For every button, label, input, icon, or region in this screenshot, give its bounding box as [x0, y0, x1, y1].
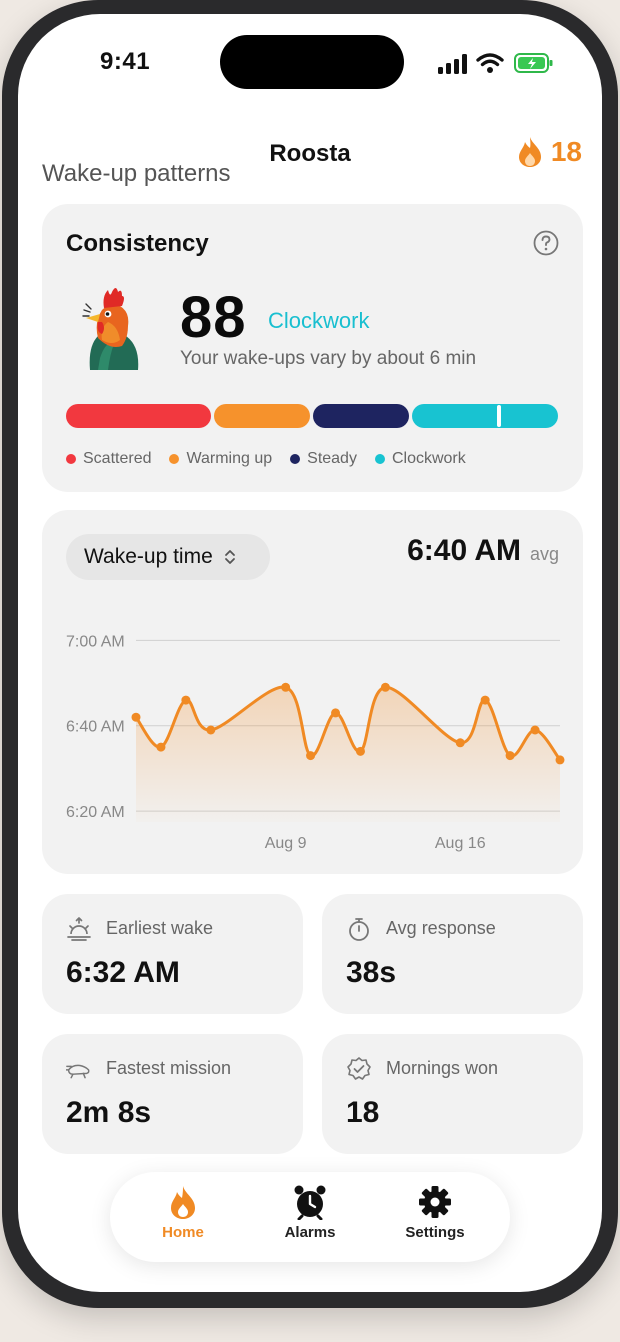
stopwatch-icon	[349, 918, 369, 941]
stat-value: 6:32 AM	[66, 956, 180, 989]
consistency-scale	[66, 404, 558, 428]
badge-check-icon	[347, 1057, 371, 1080]
running-icon	[66, 1064, 90, 1079]
consistency-description: Your wake-ups vary by about 6 min	[180, 348, 477, 369]
consistency-title: Consistency	[66, 230, 209, 257]
chart-area-fill	[136, 687, 560, 822]
chart-point	[355, 746, 365, 756]
chart-point	[156, 742, 166, 752]
dynamic-island	[220, 35, 404, 89]
wake-time-chart-card: 7:00 AM 6:40 AM 6:20 AM Aug 9 Aug 16 Wake-up…	[42, 510, 583, 874]
wifi-icon	[476, 53, 504, 73]
rooster-mascot-icon	[82, 288, 139, 370]
streak-count: 18	[550, 136, 582, 167]
tab-home[interactable]: Home	[128, 1184, 238, 1254]
tab-label: Home	[162, 1224, 204, 1241]
stat-label: Earliest wake	[106, 918, 214, 938]
chart-point	[480, 695, 490, 705]
tab-bar: Home Alarms Settings	[110, 1172, 510, 1262]
legend-item: Steady	[290, 450, 357, 468]
chevron-up-down-icon	[224, 550, 235, 564]
legend-label: Scattered	[83, 450, 152, 467]
battery-icon	[514, 53, 553, 73]
legend-item: Scattered	[66, 450, 151, 468]
consistency-score: 88	[180, 285, 247, 350]
stat-value: 38s	[346, 956, 397, 989]
help-icon[interactable]	[533, 230, 559, 256]
alarm-clock-icon	[294, 1185, 326, 1220]
legend-dot	[374, 454, 385, 464]
consistency-label: Clockwork	[268, 308, 370, 333]
status-time: 9:41	[100, 48, 151, 75]
legend-item: Warming up	[169, 450, 272, 468]
legend-label: Clockwork	[391, 450, 466, 467]
stat-card-earliest-wake: Earliest wake 6:32 AM	[42, 894, 303, 1014]
flame-icon	[518, 137, 541, 167]
chart-point	[131, 712, 141, 722]
section-title: Wake-up patterns	[42, 160, 231, 187]
metric-dropdown-label: Wake-up time	[84, 545, 213, 568]
average-wake-time: 6:40 AM	[407, 534, 521, 567]
legend-label: Steady	[307, 450, 357, 467]
average-unit: avg	[529, 544, 559, 564]
tab-alarms[interactable]: Alarms	[255, 1184, 365, 1254]
chart-point	[181, 695, 191, 705]
x-tick-label: Aug 16	[435, 835, 486, 852]
stat-card-fastest-mission: Fastest mission 2m 8s	[42, 1034, 303, 1154]
legend-dot	[290, 454, 301, 464]
chart-point	[530, 725, 540, 735]
flame-icon	[171, 1186, 195, 1219]
phone-frame: 9:41 Roosta 18 Wake-up patterns Consiste…	[2, 0, 618, 1308]
chart-point	[505, 751, 515, 761]
stat-label: Avg response	[386, 918, 496, 938]
chart-point	[455, 738, 465, 748]
scale-segment-warming-up	[214, 404, 310, 428]
stat-card-mornings-won: Mornings won 18	[322, 1034, 583, 1154]
scale-segment-clockwork	[412, 404, 558, 428]
status-bar: 9:41	[18, 14, 602, 114]
chart-point	[555, 755, 565, 765]
scale-marker	[496, 405, 501, 427]
streak-counter[interactable]: 18	[517, 136, 582, 168]
legend-item: Clockwork	[374, 450, 466, 468]
chart-point	[380, 682, 390, 692]
stat-label: Mornings won	[386, 1058, 499, 1078]
stat-label: Fastest mission	[106, 1058, 232, 1078]
cellular-signal-icon	[438, 54, 467, 74]
chart-point	[206, 725, 216, 735]
sunrise-icon	[67, 917, 91, 941]
metric-dropdown[interactable]: Wake-up time	[66, 534, 270, 580]
tab-label: Settings	[405, 1224, 465, 1241]
tab-settings[interactable]: Settings	[380, 1184, 490, 1254]
gear-icon	[419, 1186, 451, 1218]
x-tick-label: Aug 9	[265, 835, 307, 852]
consistency-card: Consistency 88 Clockwork Your wake-ups v…	[42, 204, 583, 492]
stat-value: 2m 8s	[66, 1096, 152, 1129]
y-tick-label: 6:20 AM	[66, 804, 125, 821]
screen: 9:41 Roosta 18 Wake-up patterns Consiste…	[18, 14, 602, 1292]
chart-point	[306, 751, 316, 761]
consistency-legend: Scattered Warming up Steady Clockwork	[66, 450, 466, 468]
legend-dot	[66, 454, 76, 464]
stat-card-avg-response: Avg response 38s	[322, 894, 583, 1014]
y-tick-label: 7:00 AM	[66, 633, 125, 650]
stat-value: 18	[346, 1096, 380, 1129]
legend-label: Warming up	[186, 450, 273, 467]
chart-point	[331, 708, 341, 718]
legend-dot	[169, 454, 180, 464]
chart-point	[281, 682, 291, 692]
scale-segment-steady	[313, 404, 409, 428]
scale-segment-scattered	[66, 404, 211, 428]
y-tick-label: 6:40 AM	[66, 719, 125, 736]
tab-label: Alarms	[284, 1224, 336, 1241]
